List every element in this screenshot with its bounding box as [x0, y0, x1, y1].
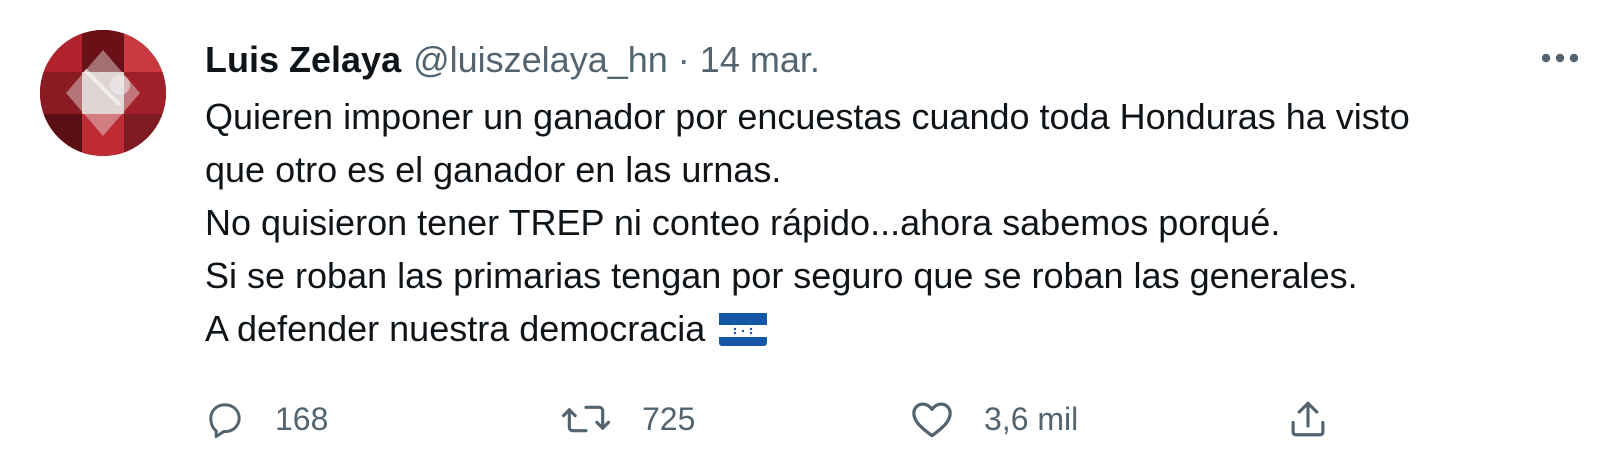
avatar[interactable] [40, 30, 166, 156]
author-name[interactable]: Luis Zelaya [205, 36, 401, 84]
honduras-flag-icon [719, 310, 768, 346]
tweet-line: A defender nuestra democracia [205, 308, 706, 349]
share-icon [1291, 401, 1325, 437]
like-count: 3,6 mil [984, 400, 1079, 437]
tweet-last-line: A defender nuestra democracia [205, 302, 1595, 355]
reply-icon [209, 403, 241, 438]
author-handle[interactable]: @luiszelaya_hn [413, 36, 668, 84]
tweet-actions: 168 725 3,6 mil [205, 392, 1405, 446]
share-button[interactable] [1287, 392, 1329, 446]
separator-dot: · [677, 39, 690, 80]
tweet-line: Quieren imponer un ganador por encuestas… [205, 96, 1410, 137]
more-icon [1541, 53, 1579, 63]
heart-icon [912, 402, 952, 438]
retweet-count: 725 [642, 400, 696, 437]
more-options-button[interactable] [1532, 38, 1588, 78]
avatar-image [40, 30, 166, 156]
retweet-button[interactable]: 725 [560, 392, 695, 446]
tweet-text: Quieren imponer un ganador por encuestas… [205, 90, 1595, 355]
retweet-icon [561, 405, 611, 433]
tweet-line: que otro es el ganador en las urnas. [205, 149, 782, 190]
reply-count: 168 [275, 400, 329, 437]
tweet-line: No quisieron tener TREP ni conteo rápido… [205, 202, 1281, 243]
tweet-line: Si se roban las primarias tengan por seg… [205, 255, 1358, 296]
tweet-card: Luis Zelaya @luiszelaya_hn · 14 mar. Qui… [0, 0, 1621, 473]
tweet-date[interactable]: 14 mar. [700, 36, 820, 84]
tweet-header: Luis Zelaya @luiszelaya_hn · 14 mar. [205, 36, 820, 84]
reply-button[interactable]: 168 [205, 392, 328, 446]
like-button[interactable]: 3,6 mil [910, 392, 1078, 446]
